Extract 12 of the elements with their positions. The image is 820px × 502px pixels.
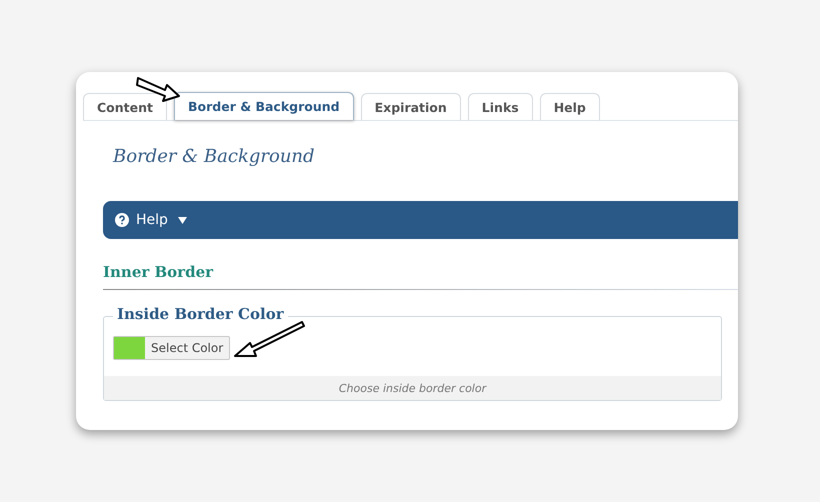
tab[interactable]: Links	[468, 93, 533, 120]
page-title: Border & Background	[113, 146, 315, 167]
help-bar[interactable]: Help	[103, 201, 738, 239]
help-label: Help	[136, 212, 168, 228]
select-color-button[interactable]: Select Color	[113, 336, 230, 360]
help-icon	[115, 213, 129, 227]
tab[interactable]: Expiration	[360, 93, 461, 120]
tab[interactable]: Border & Background	[174, 92, 354, 120]
tab[interactable]: Help	[540, 93, 600, 120]
tab[interactable]: Content	[83, 93, 167, 120]
field-hint: Choose inside border color	[104, 376, 721, 400]
section-heading: Inner Border	[103, 263, 214, 281]
